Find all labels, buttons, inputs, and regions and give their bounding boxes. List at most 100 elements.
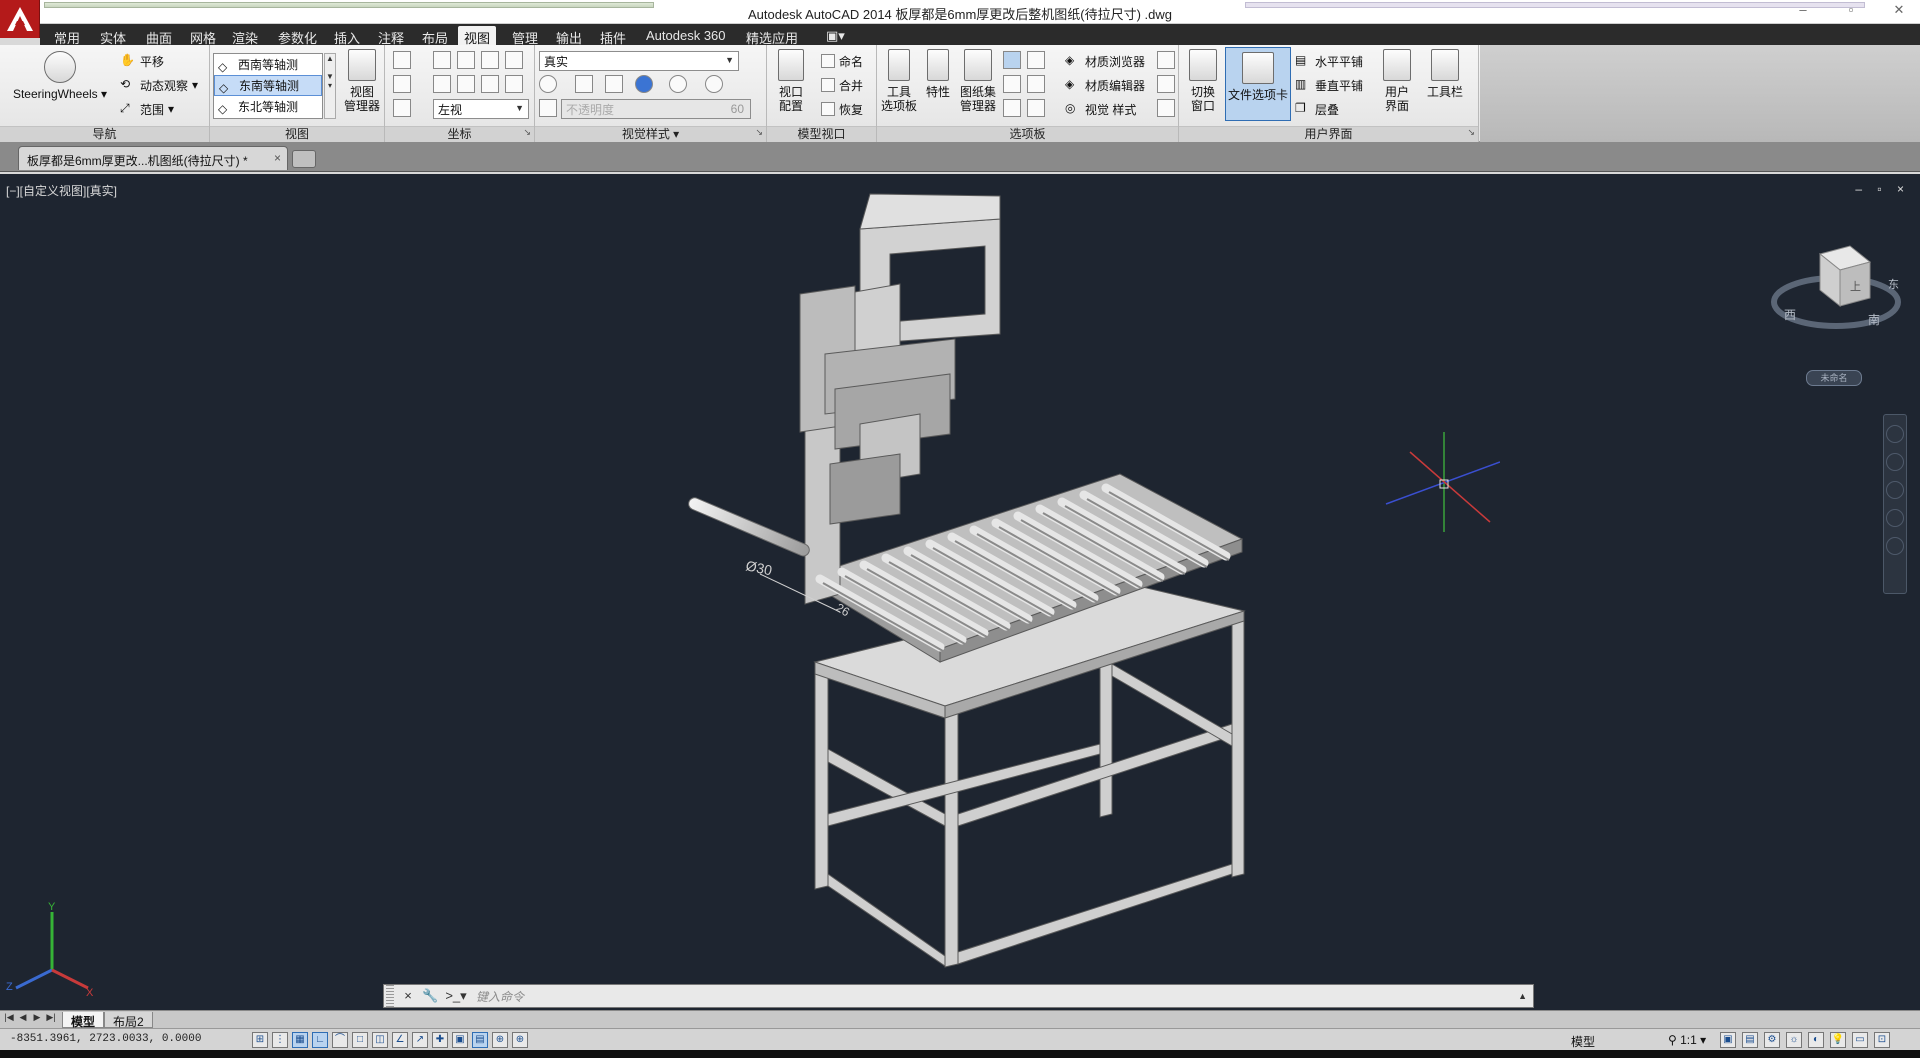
status-toggle-icon[interactable]: ◫: [372, 1032, 388, 1048]
status-tray-icon[interactable]: ▤: [1742, 1032, 1758, 1048]
viewport-window-controls[interactable]: – ▫ ×: [1855, 182, 1910, 196]
status-toggle-icon[interactable]: ↗: [412, 1032, 428, 1048]
settings-icon[interactable]: 🔧: [422, 988, 438, 1004]
annotation-scale[interactable]: ⚲ 1:1 ▾: [1668, 1033, 1706, 1047]
tab-manage[interactable]: 管理: [506, 26, 544, 46]
visual-styles-panel-title[interactable]: 视觉样式 ▾ ↘: [535, 126, 766, 142]
viewcube-icon[interactable]: 西 南 东 上: [1770, 244, 1902, 344]
status-toggle-icon[interactable]: ▦: [292, 1032, 308, 1048]
join-viewports-button[interactable]: 合并: [821, 75, 863, 95]
command-input[interactable]: 键入命令: [476, 988, 1518, 1005]
tab-model[interactable]: 模型: [62, 1012, 105, 1029]
tab-home[interactable]: 常用: [48, 26, 86, 46]
edge-style-icon[interactable]: [539, 75, 557, 93]
status-tray-icon[interactable]: ◐: [1808, 1032, 1824, 1048]
new-tab-button[interactable]: [292, 150, 316, 168]
switch-window-button[interactable]: 切换 窗口: [1183, 49, 1223, 113]
palette-toggle-6-icon[interactable]: [1027, 99, 1045, 117]
status-tray-icon[interactable]: ☼: [1786, 1032, 1802, 1048]
showmotion-icon[interactable]: [1886, 537, 1904, 555]
ucs-origin-icon[interactable]: [393, 99, 411, 117]
tab-autodesk-360[interactable]: Autodesk 360: [640, 26, 732, 45]
cascade-button[interactable]: ❐ 层叠: [1295, 99, 1339, 119]
prompt-icon[interactable]: >_▾: [444, 988, 468, 1004]
palette-toggle-3-icon[interactable]: [1003, 75, 1021, 93]
first-layout-icon[interactable]: |◀: [4, 1012, 14, 1026]
tab-layout2[interactable]: 布局2: [104, 1012, 153, 1029]
view-list-scrollbar[interactable]: ▲ ▼ ▾: [324, 53, 336, 119]
ucs-view-combo[interactable]: 左视 ▼: [433, 99, 529, 119]
drawing-viewport[interactable]: Ø30 26 [−][自定义视图][真实] – ▫ × 西 南 东 上 未命名 …: [0, 174, 1920, 1010]
palette-toggle-2-icon[interactable]: [1027, 51, 1045, 69]
ucs-previous-icon[interactable]: [433, 75, 451, 93]
palettes-panel-title[interactable]: 选项板: [877, 126, 1178, 142]
palette-extra-2-icon[interactable]: [1157, 75, 1175, 93]
tool-palettes-button[interactable]: 工具 选项板: [879, 49, 919, 113]
lighting-icon[interactable]: [669, 75, 687, 93]
ucs-view-icon[interactable]: [481, 75, 499, 93]
palette-extra-1-icon[interactable]: [1157, 51, 1175, 69]
zoom-icon[interactable]: [1886, 481, 1904, 499]
minimize-button[interactable]: –: [1788, 2, 1818, 20]
tab-annotate[interactable]: 注释: [372, 26, 410, 46]
pan-icon[interactable]: [1886, 453, 1904, 471]
materials-browser-button[interactable]: ◈ 材质浏览器: [1065, 51, 1145, 71]
opacity-icon[interactable]: [539, 99, 557, 117]
tab-extra-menu[interactable]: ▣▾: [820, 26, 851, 45]
coordinate-readout[interactable]: -8351.3961, 2723.0033, 0.0000: [10, 1033, 201, 1045]
palette-extra-3-icon[interactable]: [1157, 99, 1175, 117]
status-toggle-icon[interactable]: ∠: [392, 1032, 408, 1048]
palette-toggle-5-icon[interactable]: [1003, 99, 1021, 117]
last-layout-icon[interactable]: ▶|: [46, 1012, 56, 1026]
viewcube-ucs-menu[interactable]: 未命名: [1806, 370, 1862, 386]
ucs-x-icon[interactable]: [433, 51, 451, 69]
shadow-icon[interactable]: [635, 75, 653, 93]
status-tray-icon[interactable]: ▣: [1720, 1032, 1736, 1048]
views-panel-title[interactable]: 视图: [210, 126, 384, 142]
command-line-grip[interactable]: [386, 985, 394, 1007]
model-space-button[interactable]: 模型: [1571, 1033, 1595, 1050]
status-toggle-icon[interactable]: ✚: [432, 1032, 448, 1048]
model-viewports-panel-title[interactable]: 模型视口: [767, 126, 876, 142]
tab-output[interactable]: 输出: [550, 26, 588, 46]
steeringwheels-button[interactable]: SteeringWheels ▾: [12, 51, 108, 101]
pan-button[interactable]: ✋ 平移: [120, 51, 164, 71]
close-tab-icon[interactable]: ×: [274, 151, 281, 165]
status-toggle-icon[interactable]: ⊕: [512, 1032, 528, 1048]
coordinates-panel-title[interactable]: 坐标 ↘: [385, 126, 534, 142]
ucs-z-icon[interactable]: [481, 51, 499, 69]
tab-plugins[interactable]: 插件: [594, 26, 632, 46]
named-viewports-button[interactable]: 命名: [821, 51, 863, 71]
ucs-3point-icon[interactable]: [505, 51, 523, 69]
restore-viewports-button[interactable]: 恢复: [821, 99, 863, 119]
status-toggle-icon[interactable]: ⊕: [492, 1032, 508, 1048]
visual-style-combo[interactable]: 真实 ▼: [539, 51, 739, 71]
tab-render[interactable]: 渲染: [226, 26, 264, 46]
status-toggle-icon[interactable]: ▣: [452, 1032, 468, 1048]
view-list[interactable]: ◇ 西南等轴测 ◇ 东南等轴测 ◇ 东北等轴测: [213, 53, 323, 119]
close-icon[interactable]: ×: [400, 988, 416, 1004]
view-item-se-iso[interactable]: ◇ 东南等轴测: [214, 75, 322, 96]
tab-layout[interactable]: 布局: [416, 26, 454, 46]
view-item-ne-iso[interactable]: ◇ 东北等轴测: [214, 96, 322, 117]
tab-view[interactable]: 视图: [458, 26, 497, 46]
view-item-sw-iso[interactable]: ◇ 西南等轴测: [214, 54, 322, 75]
palette-toggle-1-icon[interactable]: [1003, 51, 1021, 69]
status-toggle-icon[interactable]: ▤: [472, 1032, 488, 1048]
palette-toggle-4-icon[interactable]: [1027, 75, 1045, 93]
orbit-button[interactable]: ⟲ 动态观察 ▾: [120, 75, 198, 95]
face-style-icon[interactable]: [575, 75, 593, 93]
view-manager-button[interactable]: 视图 管理器: [340, 49, 384, 113]
steering-wheel-icon[interactable]: [1886, 425, 1904, 443]
ucs-icon[interactable]: [393, 51, 411, 69]
status-toggle-icon[interactable]: ⌒: [332, 1032, 348, 1048]
navigate-panel-title[interactable]: 导航: [0, 126, 209, 142]
app-logo-icon[interactable]: [0, 0, 40, 38]
tab-surface[interactable]: 曲面: [140, 26, 178, 46]
sheetset-button[interactable]: 图纸集 管理器: [957, 49, 999, 113]
file-tabs-button[interactable]: 文件选项卡: [1225, 47, 1291, 121]
properties-button[interactable]: 特性: [921, 49, 955, 99]
tile-vertical-button[interactable]: ▥ 垂直平铺: [1295, 75, 1363, 95]
visual-styles-manager-button[interactable]: ◎ 视觉 样式: [1065, 99, 1136, 119]
viewport-controls-label[interactable]: [−][自定义视图][真实]: [6, 182, 117, 199]
